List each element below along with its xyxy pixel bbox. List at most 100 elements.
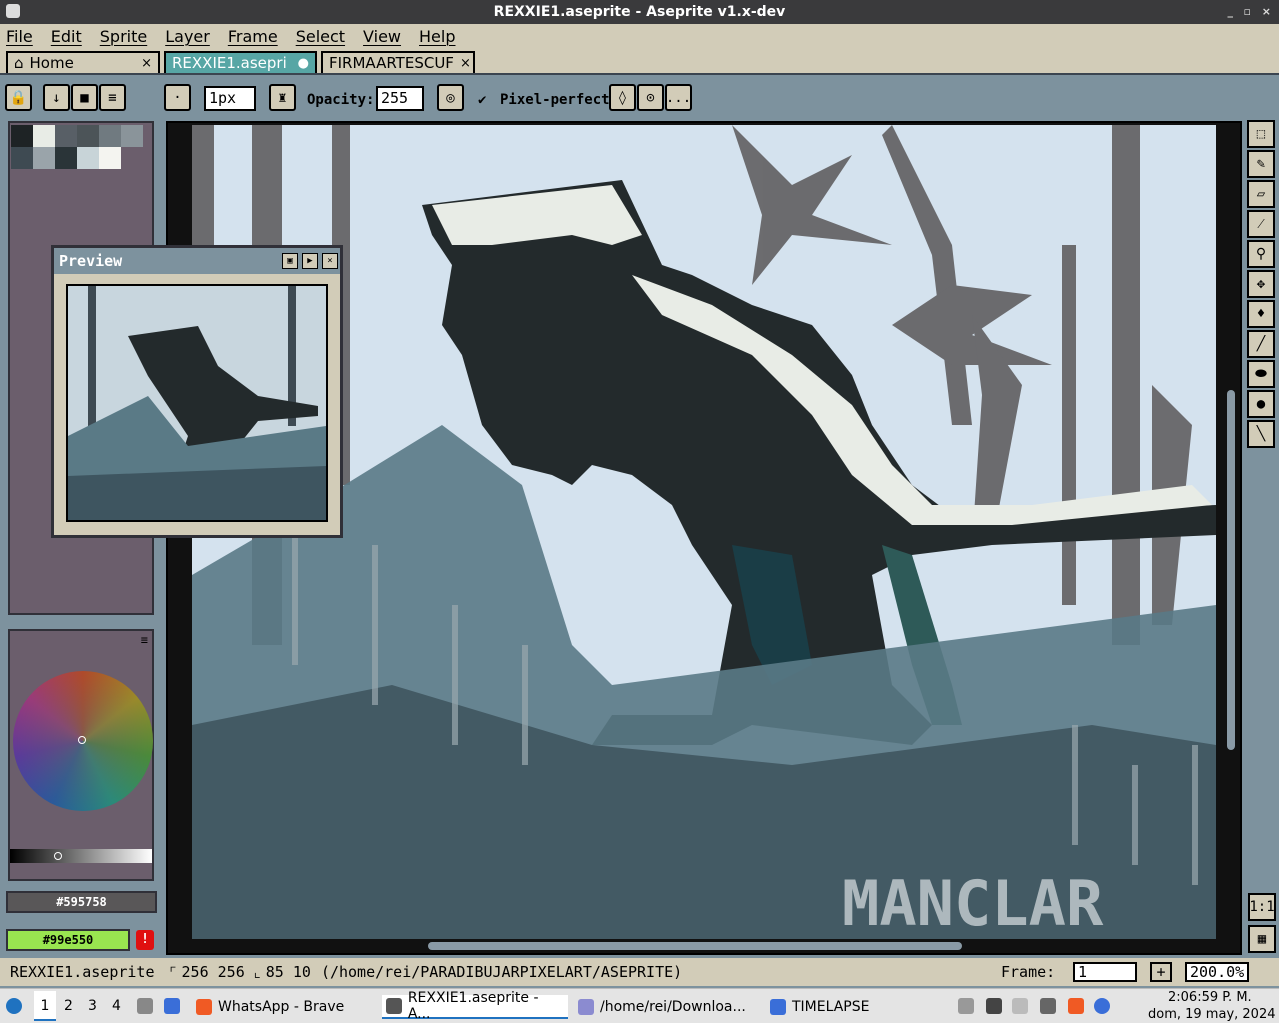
task-timelapse[interactable]: TIMELAPSE — [766, 995, 873, 1019]
brush-type-button[interactable]: · — [164, 84, 191, 111]
task-whatsapp[interactable]: WhatsApp - Brave — [192, 995, 348, 1019]
tab-close-button[interactable]: × — [141, 56, 152, 71]
menu-file[interactable]: File — [6, 27, 33, 46]
preview-play-icon[interactable]: ▶ — [302, 253, 318, 269]
brush-size-input[interactable]: 1px — [204, 86, 256, 111]
ink-icon[interactable]: ♜ — [269, 84, 296, 111]
list-icon[interactable]: ≡ — [99, 84, 126, 111]
palette-swatch[interactable] — [77, 147, 99, 169]
value-slider[interactable] — [10, 849, 152, 863]
pixel-perfect-checkbox[interactable]: ✔ — [478, 92, 486, 108]
palette-swatch[interactable] — [11, 147, 33, 169]
tab-label: FIRMAARTESCUF — [329, 54, 454, 72]
task-downloads[interactable]: /home/rei/Downloa... — [574, 995, 750, 1019]
desktop-icon[interactable] — [164, 998, 180, 1014]
warning-icon[interactable]: ! — [136, 930, 154, 950]
ellipse-tool-icon[interactable]: ⬬ — [1247, 360, 1275, 388]
menu-sprite[interactable]: Sprite — [100, 27, 147, 46]
vertical-scrollbar[interactable] — [1227, 390, 1235, 750]
menu-edit[interactable]: Edit — [51, 27, 82, 46]
network-icon[interactable] — [1040, 998, 1056, 1014]
menu-help[interactable]: Help — [419, 27, 455, 46]
palette-swatch[interactable] — [55, 125, 77, 147]
eraser-tool-icon[interactable]: ▱ — [1247, 180, 1275, 208]
folder-icon — [770, 999, 786, 1015]
background-color[interactable]: #99e550 — [6, 929, 130, 951]
brave-tray-icon[interactable] — [1068, 998, 1084, 1014]
size-icon: ⌜ — [168, 963, 178, 981]
preview-mode-icon[interactable]: ▣ — [282, 253, 298, 269]
tab-close-button[interactable]: × — [460, 56, 471, 71]
move-tool-icon[interactable]: ✥ — [1247, 270, 1275, 298]
eyedropper-tool-icon[interactable]: ⁄ — [1247, 210, 1275, 238]
color-wheel[interactable] — [13, 671, 153, 811]
horizontal-scrollbar[interactable] — [428, 942, 962, 950]
foreground-color[interactable]: #595758 — [6, 891, 157, 913]
stop-icon[interactable]: ■ — [71, 84, 98, 111]
timeline-icon[interactable]: ▦ — [1248, 925, 1276, 953]
contour-tool-icon[interactable]: ● — [1247, 390, 1275, 418]
tab-bar: ⌂ Home × REXXIE1.asepri ● FIRMAARTESCUF … — [0, 48, 1279, 73]
maximize-button[interactable]: ▫ — [1244, 0, 1251, 24]
volume-icon[interactable] — [986, 998, 1002, 1014]
zoom-input[interactable]: 200.0% — [1185, 962, 1249, 982]
tab-rexxie[interactable]: REXXIE1.asepri ● — [164, 51, 317, 73]
add-frame-button[interactable]: + — [1150, 962, 1172, 982]
lock-icon[interactable]: 🔒 — [5, 84, 32, 111]
value-cursor[interactable] — [54, 852, 62, 860]
zoom-tool-icon[interactable]: ⚲ — [1247, 240, 1275, 268]
tab-home[interactable]: ⌂ Home × — [6, 51, 160, 73]
status-filename: REXXIE1.aseprite — [10, 963, 155, 981]
palette-swatch[interactable] — [77, 125, 99, 147]
download-icon[interactable]: ↓ — [43, 84, 70, 111]
palette-swatch[interactable] — [33, 125, 55, 147]
pencil-tool-icon[interactable]: ✎ — [1247, 150, 1275, 178]
line-tool-icon[interactable]: ╱ — [1247, 330, 1275, 358]
menu-view[interactable]: View — [363, 27, 401, 46]
preview-title: Preview — [59, 252, 123, 270]
clock-time[interactable]: 2:06:59 P. M. — [1168, 990, 1252, 1005]
symmetry-icon[interactable]: ◊ — [609, 84, 636, 111]
context-toolbar: 🔒 ↓ ■ ≡ · 1px ♜ Opacity: 255 ◎ ✔ Pixel-p… — [0, 73, 1279, 120]
more-options-button[interactable]: ... — [665, 84, 692, 111]
menu-select[interactable]: Select — [296, 27, 345, 46]
pixel-ratio-icon[interactable]: 1:1 — [1248, 893, 1276, 921]
start-menu-icon[interactable] — [6, 998, 22, 1014]
dynamics-icon[interactable]: ⊙ — [637, 84, 664, 111]
sprite-canvas[interactable]: MANCLAR — [192, 125, 1216, 939]
frame-input[interactable]: 1 — [1073, 962, 1137, 982]
clipboard-icon[interactable] — [1012, 998, 1028, 1014]
preview-close-icon[interactable]: × — [322, 253, 338, 269]
opacity-input[interactable]: 255 — [376, 86, 424, 111]
palette-swatch[interactable] — [55, 147, 77, 169]
palette-swatch[interactable] — [99, 147, 121, 169]
menu-icon[interactable]: ≡ — [141, 633, 148, 647]
app-icon — [6, 4, 20, 18]
close-button[interactable]: × — [1262, 0, 1271, 24]
file-manager-icon[interactable] — [137, 998, 153, 1014]
palette-swatch[interactable] — [11, 125, 33, 147]
palette-swatch[interactable] — [121, 125, 143, 147]
workspace-3[interactable]: 3 — [88, 998, 97, 1014]
target-icon[interactable]: ◎ — [437, 84, 464, 111]
palette-swatch[interactable] — [99, 125, 121, 147]
workspace-2[interactable]: 2 — [64, 998, 73, 1014]
blur-tool-icon[interactable]: ╲ — [1247, 420, 1275, 448]
task-aseprite[interactable]: REXXIE1.aseprite - A... — [382, 990, 568, 1022]
clock-date[interactable]: dom, 19 may, 2024 — [1148, 1007, 1275, 1022]
fill-tool-icon[interactable]: ♦ — [1247, 300, 1275, 328]
window-title: REXXIE1.aseprite - Aseprite v1.x-dev — [493, 4, 786, 20]
wheel-cursor[interactable] — [78, 736, 86, 744]
menu-frame[interactable]: Frame — [228, 27, 278, 46]
marquee-tool-icon[interactable]: ⬚ — [1247, 120, 1275, 148]
frame-label: Frame: — [1001, 963, 1056, 981]
menu-layer[interactable]: Layer — [165, 27, 210, 46]
unsaved-dot-icon[interactable]: ● — [298, 56, 309, 71]
workspace-1[interactable]: 1 — [34, 991, 56, 1021]
tray-upload-icon[interactable] — [958, 998, 974, 1014]
workspace-4[interactable]: 4 — [112, 998, 121, 1014]
palette-swatch[interactable] — [33, 147, 55, 169]
notification-icon[interactable] — [1094, 998, 1110, 1014]
minimize-button[interactable]: _ — [1228, 0, 1234, 24]
tab-firma[interactable]: FIRMAARTESCUF × — [321, 51, 475, 73]
